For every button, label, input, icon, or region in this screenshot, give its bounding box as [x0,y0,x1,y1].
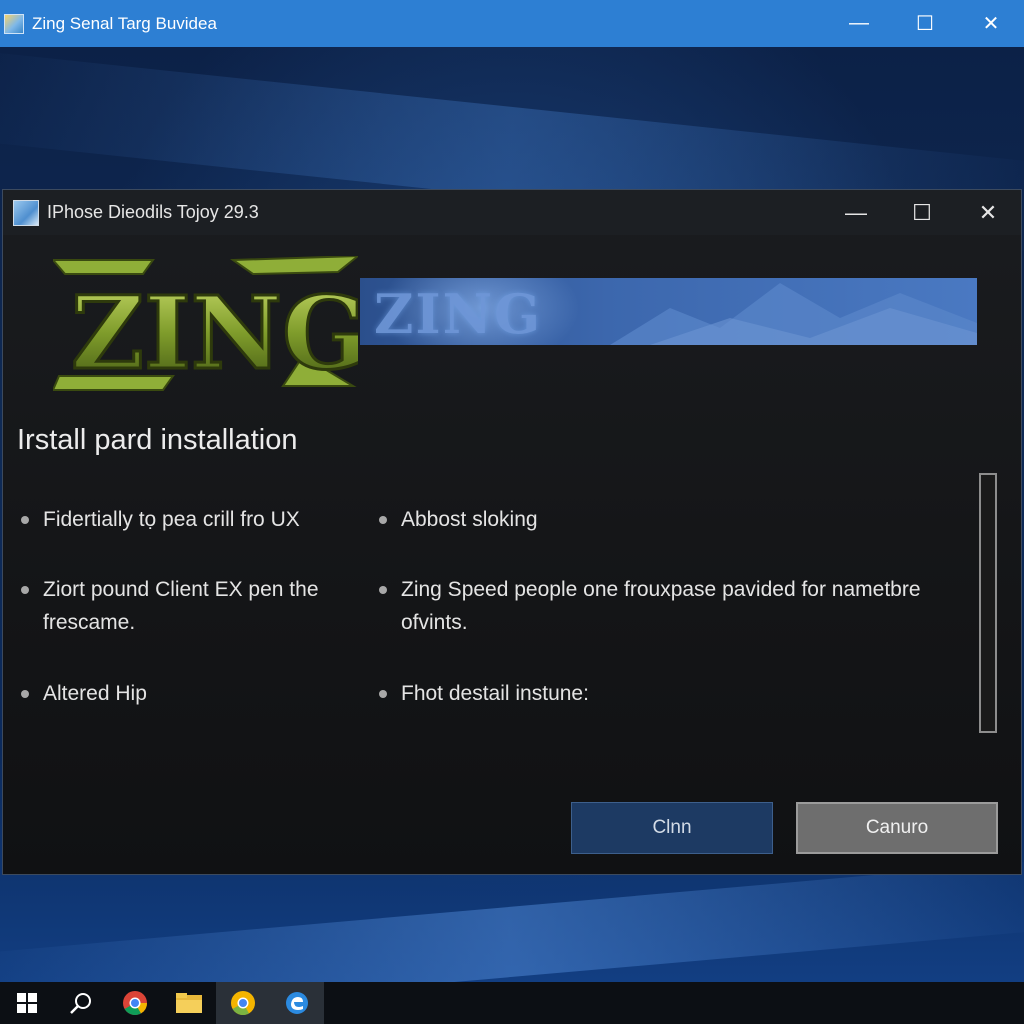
outer-window-titlebar: Zing Senal Targ Buvidea — ☐ ✕ [0,0,1024,47]
app-icon [4,13,24,34]
windows-start-icon[interactable] [0,982,54,1024]
dialog-titlebar: IPhose Dieodils Tojoy 29.3 — ☐ ✕ [3,190,1021,235]
bullet-dot-icon [21,586,29,594]
outer-maximize-button[interactable]: ☐ [892,0,958,47]
install-heading: Irstall pard installation [17,424,298,456]
bullet-dot-icon [21,516,29,524]
bullet-text: Fhot destail instune: [401,682,589,705]
bullet-item: Fhot destail instune: [379,677,949,710]
bullet-item: Altered Hip [21,677,351,710]
dialog-maximize-button[interactable]: ☐ [889,190,955,235]
bullet-dot-icon [21,690,29,698]
bullet-text: Abbost sloking [401,508,538,531]
content-scrollbar[interactable] [979,473,997,733]
bullet-dot-icon [379,516,387,524]
chrome-canary-icon[interactable] [216,982,270,1024]
bullet-item: Zing Speed people one frouxpase pavided … [379,573,949,639]
zing-logo: ZING [53,256,358,392]
dialog-minimize-button[interactable]: — [823,190,889,235]
cancel-button[interactable]: Canuro [796,802,998,854]
bullet-item: Abbost sloking [379,503,949,536]
dialog-close-button[interactable]: ✕ [955,190,1021,235]
bullet-text: Ziort pound Client EX pen the frescame. [43,578,319,634]
outer-window-title: Zing Senal Targ Buvidea [32,13,217,33]
taskbar [0,982,1024,1024]
zing-banner: ZING [360,278,977,345]
bullet-text: Fidertially tọ pea crill fro UX [43,508,300,531]
bullet-dot-icon [379,690,387,698]
edge-icon[interactable] [270,982,324,1024]
installer-dialog: IPhose Dieodils Tojoy 29.3 — ☐ ✕ ZING ZI… [2,189,1022,875]
outer-minimize-button[interactable]: — [826,0,892,47]
zing-logo-text: ZING [71,274,358,392]
file-explorer-icon[interactable] [162,982,216,1024]
outer-close-button[interactable]: ✕ [958,0,1024,47]
chrome-icon[interactable] [108,982,162,1024]
dialog-app-icon [13,199,39,226]
bullet-item: Fidertially tọ pea crill fro UX [21,503,361,536]
banner-mountain-image [610,283,977,345]
bullet-text: Zing Speed people one frouxpase pavided … [401,578,921,634]
dialog-title: IPhose Dieodils Tojoy 29.3 [47,202,259,222]
banner-text: ZING [374,282,543,345]
bullet-text: Altered Hip [43,682,147,705]
search-icon[interactable] [54,982,108,1024]
bullet-dot-icon [379,586,387,594]
close-button[interactable]: Clnn [571,802,773,854]
bullet-item: Ziort pound Client EX pen the frescame. [21,573,351,639]
